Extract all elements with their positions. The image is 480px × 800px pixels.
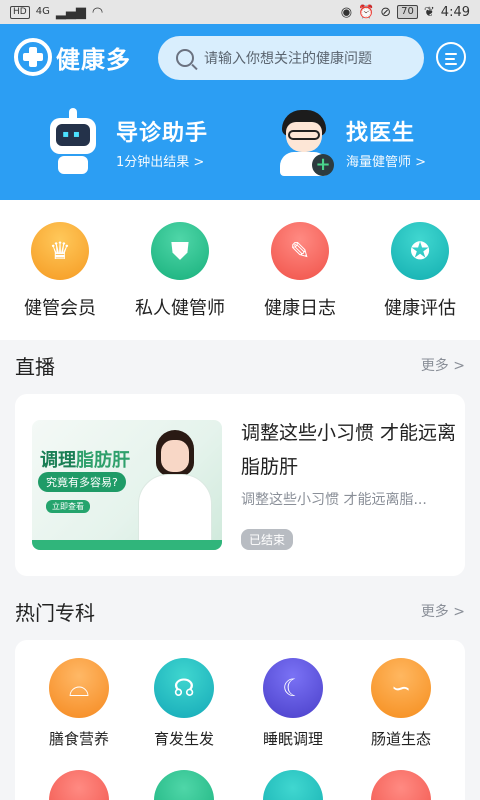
quick-entry-label: 私人健管师 [135, 298, 225, 319]
quick-entry-health-assessment[interactable]: ✪ 健康评估 [360, 222, 480, 320]
stomach-icon: ∽ [371, 658, 431, 718]
cloche-icon: ⌓ [49, 658, 109, 718]
department-gut[interactable]: ∽ 肠道生态 [345, 658, 457, 749]
quick-entry-health-diary[interactable]: ✎ 健康日志 [240, 222, 360, 320]
department-item[interactable] [128, 770, 240, 800]
search-icon [176, 49, 194, 67]
feature-subtitle: 海量健管师 > [346, 154, 427, 170]
feature-find-doctor[interactable]: + 找医生 海量健管师 > [274, 108, 426, 176]
pencil-icon: ✎ [271, 222, 329, 280]
live-more-link[interactable]: 更多 > [421, 355, 465, 375]
mute-icon: ⊘ [380, 4, 392, 20]
department-nutrition[interactable]: ⌓ 膳食营养 [23, 658, 135, 749]
department-label: 膳食营养 [48, 730, 109, 748]
feature-triage-assistant[interactable]: ▪▪ 导诊助手 1分钟出结果 > [44, 108, 208, 176]
quick-entry-label: 健康评估 [384, 298, 456, 319]
department-item[interactable] [345, 770, 457, 800]
department-label: 肠道生态 [370, 730, 431, 748]
quick-entry-label: 健管会员 [24, 298, 96, 319]
quick-entry-membership[interactable]: ♛ 健管会员 [0, 222, 120, 320]
department-item[interactable] [23, 770, 135, 800]
quick-entry-label: 健康日志 [264, 298, 336, 319]
department-hair[interactable]: ☊ 育发生发 [128, 658, 240, 749]
live-thumbnail: 调理脂肪肝 究竟有多容易? 立即查看 [32, 420, 222, 550]
live-section-header: 直播 更多 > [0, 340, 480, 390]
alarm-icon: ⏰ [358, 4, 375, 20]
thumb-cta: 立即查看 [46, 500, 90, 513]
thumb-headline: 调理脂肪肝 [40, 450, 130, 471]
status-badge: 已结束 [241, 529, 294, 550]
department-label: 睡眠调理 [262, 730, 323, 748]
eye-icon: ◉ [340, 4, 353, 20]
thumb-subline: 究竟有多容易? [38, 472, 126, 492]
doctor-badge-icon: ⛊ [151, 222, 209, 280]
feature-title: 找医生 [346, 120, 416, 146]
hd-badge: HD [10, 5, 30, 19]
section-title: 热门专科 [15, 600, 95, 625]
section-title: 直播 [15, 354, 55, 379]
network-label: 4G [35, 6, 50, 17]
organ-icon [371, 770, 431, 800]
app-logo: 健康多 [14, 38, 131, 76]
award-icon: ✪ [391, 222, 449, 280]
plus-logo-icon [14, 38, 52, 76]
departments-section-header: 热门专科 更多 > [0, 586, 480, 636]
status-bar: HD 4G ▂▄▆ ◠ ◉ ⏰ ⊘ 70 ❦ 4:49 [0, 0, 480, 24]
crown-icon: ♛ [31, 222, 89, 280]
leaf-icon: ❦ [423, 4, 435, 20]
wifi-icon: ◠ [91, 4, 104, 20]
departments-grid: ⌓ 膳食营养 ☊ 育发生发 ☾ 睡眠调理 ∽ 肠道生态 [15, 640, 465, 800]
doctor-icon: + [274, 108, 334, 176]
status-left: HD 4G ▂▄▆ ◠ [10, 4, 104, 20]
presenter-image [134, 426, 214, 550]
department-label: 育发生发 [153, 730, 214, 748]
clock-time: 4:49 [440, 4, 470, 20]
feature-subtitle: 1分钟出结果 > [116, 154, 205, 170]
robot-icon: ▪▪ [44, 108, 102, 176]
department-sleep[interactable]: ☾ 睡眠调理 [237, 658, 349, 749]
medical-kit-icon [154, 770, 214, 800]
department-item[interactable] [237, 770, 349, 800]
search-placeholder: 请输入你想关注的健康问题 [204, 51, 372, 67]
departments-more-link[interactable]: 更多 > [421, 601, 465, 621]
medical-kit-icon [49, 770, 109, 800]
quick-entry-grid: ♛ 健管会员 ⛊ 私人健管师 ✎ 健康日志 ✪ 健康评估 [0, 200, 480, 340]
live-description: 调整这些小习惯 才能远离脂... [241, 492, 427, 508]
feature-title: 导诊助手 [116, 120, 209, 146]
status-right: ◉ ⏰ ⊘ 70 ❦ 4:49 [341, 5, 470, 20]
live-title: 调整这些小习惯 才能远离脂肪肝 [241, 422, 457, 478]
battery-icon: 70 [397, 5, 418, 19]
app-header: 健康多 请输入你想关注的健康问题 ▪▪ 导诊助手 1分钟出结果 > + 找医生 [0, 24, 480, 200]
head-profile-icon: ☊ [154, 658, 214, 718]
quick-entry-private-manager[interactable]: ⛊ 私人健管师 [120, 222, 240, 320]
monitor-icon [263, 770, 323, 800]
message-icon[interactable] [436, 42, 466, 72]
moon-sleep-icon: ☾ [263, 658, 323, 718]
search-bar[interactable]: 请输入你想关注的健康问题 [158, 36, 424, 80]
app-name: 健康多 [56, 45, 131, 74]
signal-icon: ▂▄▆ [55, 4, 86, 20]
live-card[interactable]: 调理脂肪肝 究竟有多容易? 立即查看 调整这些小习惯 才能远离脂肪肝 调整这些小… [15, 394, 465, 576]
